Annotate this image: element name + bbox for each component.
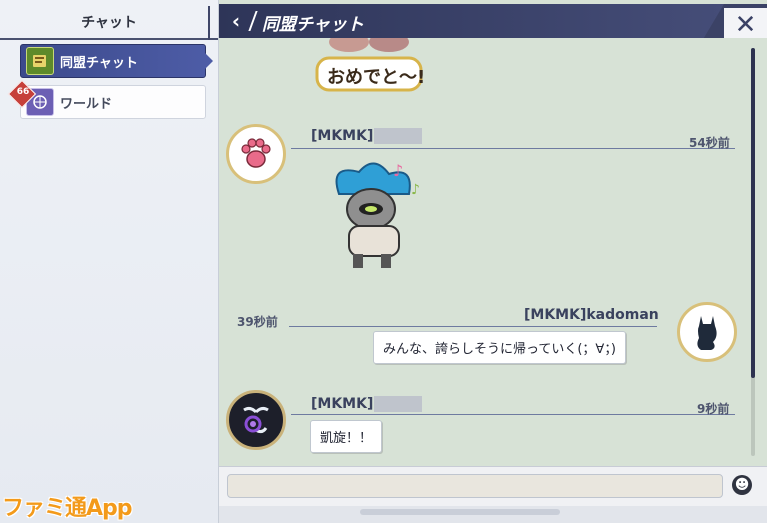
avatar-cat[interactable] (677, 302, 737, 362)
crescent-swirl-icon (243, 406, 269, 434)
message-bubble: 凱旋！！ (310, 420, 383, 453)
message-time: 54秒前 (689, 136, 730, 150)
message-username: [MKMK] (311, 396, 423, 412)
chat-input[interactable] (227, 474, 723, 498)
sidebar-header: チャット (0, 6, 218, 40)
message-divider (291, 148, 735, 149)
cat-icon (697, 316, 717, 350)
scrollbar-thumb[interactable] (751, 48, 755, 378)
message-username: [MKMK] (311, 128, 423, 144)
title-bar: ‹ 同盟チャット ✕ (219, 4, 767, 38)
sidebar-item-alliance-chat[interactable]: 同盟チャット (20, 44, 213, 78)
input-bar: ☻ (219, 466, 767, 507)
message-divider (291, 414, 735, 415)
sidebar: チャット 同盟チャット 66 ワールド ファミ通App (0, 0, 219, 523)
emoji-button[interactable]: ☻ (732, 475, 752, 495)
sticker-congrats: おめでと〜! (309, 38, 429, 96)
smiley-icon: ☻ (734, 477, 750, 493)
redacted-name (374, 396, 423, 412)
avatar-paw[interactable] (226, 124, 286, 184)
chat-panel: ‹ 同盟チャット ✕ おめでと〜! [MKMK] 54秒前 ♪ ♪ [MKMK]… (219, 0, 767, 523)
back-button[interactable]: ‹ (225, 8, 247, 34)
notification-count: 66 (16, 87, 30, 97)
message-list[interactable]: おめでと〜! [MKMK] 54秒前 ♪ ♪ [MKMK]kadoman 39秒… (219, 38, 767, 463)
paw-icon (241, 138, 271, 168)
character-sticker-icon: ♪ ♪ (335, 161, 420, 268)
message-divider (289, 326, 657, 327)
watermark-logo: ファミ通App (2, 496, 133, 521)
message-time: 39秒前 (237, 315, 278, 329)
sticker-character: ♪ ♪ (319, 154, 429, 274)
close-button[interactable]: ✕ (724, 8, 767, 40)
bottom-handle[interactable] (360, 509, 560, 515)
message-username: [MKMK]kadoman (524, 307, 659, 323)
message-bubble: みんな、誇らしそうに帰っていく(；∀；) (373, 331, 626, 364)
book-icon (26, 47, 54, 75)
page-title: 同盟チャット (262, 15, 364, 35)
svg-text:♪: ♪ (393, 161, 403, 180)
svg-text:♪: ♪ (411, 182, 420, 198)
avatar-crescent[interactable] (226, 390, 286, 450)
sidebar-item-world[interactable]: 66 ワールド (7, 79, 206, 119)
message-time: 9秒前 (697, 402, 730, 416)
close-icon: ✕ (734, 10, 757, 40)
chevron-left-icon: ‹ (231, 9, 241, 33)
redacted-name (374, 128, 423, 144)
sticker-text: おめでと〜! (327, 67, 426, 88)
sidebar-item-label: 同盟チャット (60, 55, 138, 71)
sidebar-item-label: ワールド (60, 96, 113, 112)
